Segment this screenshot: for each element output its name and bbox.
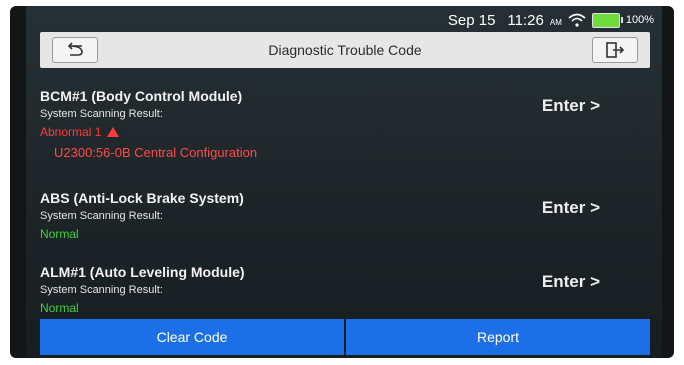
device-frame: Sep 15 11:26 AM 100% Diagnostic Trouble …: [10, 6, 674, 358]
warning-triangle-icon: [107, 127, 120, 137]
battery-icon: [591, 12, 623, 28]
scan-result-text: Abnormal 1: [40, 125, 102, 139]
enter-button[interactable]: Enter >: [542, 96, 600, 116]
page-title: Diagnostic Trouble Code: [268, 42, 422, 58]
clear-code-button[interactable]: Clear Code: [40, 319, 344, 355]
back-arrow-icon: [67, 42, 83, 56]
status-date: Sep 15: [447, 11, 496, 29]
back-button[interactable]: [52, 37, 98, 63]
report-button[interactable]: Report: [346, 319, 650, 355]
scan-result: Normal: [40, 227, 650, 241]
enter-button[interactable]: Enter >: [542, 198, 600, 218]
status-bar: Sep 15 11:26 AM 100%: [448, 10, 654, 30]
screen: Sep 15 11:26 AM 100% Diagnostic Trouble …: [26, 6, 662, 358]
scan-result-text: Normal: [40, 301, 79, 315]
scan-result: Abnormal 1: [40, 125, 650, 139]
module-item-alm[interactable]: ALM#1 (Auto Leveling Module) System Scan…: [40, 264, 650, 315]
status-time: 11:26: [507, 11, 544, 29]
scan-result-text: Normal: [40, 227, 79, 241]
enter-button[interactable]: Enter >: [542, 272, 600, 292]
dtc-code: U2300:56-0B Central Configuration: [54, 145, 258, 160]
exit-icon: [606, 42, 625, 58]
title-bar: Diagnostic Trouble Code: [40, 32, 650, 68]
module-item-bcm[interactable]: BCM#1 (Body Control Module) System Scann…: [40, 88, 650, 160]
wifi-icon: [568, 13, 586, 27]
exit-button[interactable]: [592, 37, 638, 63]
scan-result: Normal: [40, 301, 650, 315]
status-ampm: AM: [549, 17, 562, 27]
action-bar: Clear Code Report: [40, 319, 650, 355]
module-item-abs[interactable]: ABS (Anti-Lock Brake System) System Scan…: [40, 190, 650, 241]
battery-level: 100%: [625, 14, 654, 26]
